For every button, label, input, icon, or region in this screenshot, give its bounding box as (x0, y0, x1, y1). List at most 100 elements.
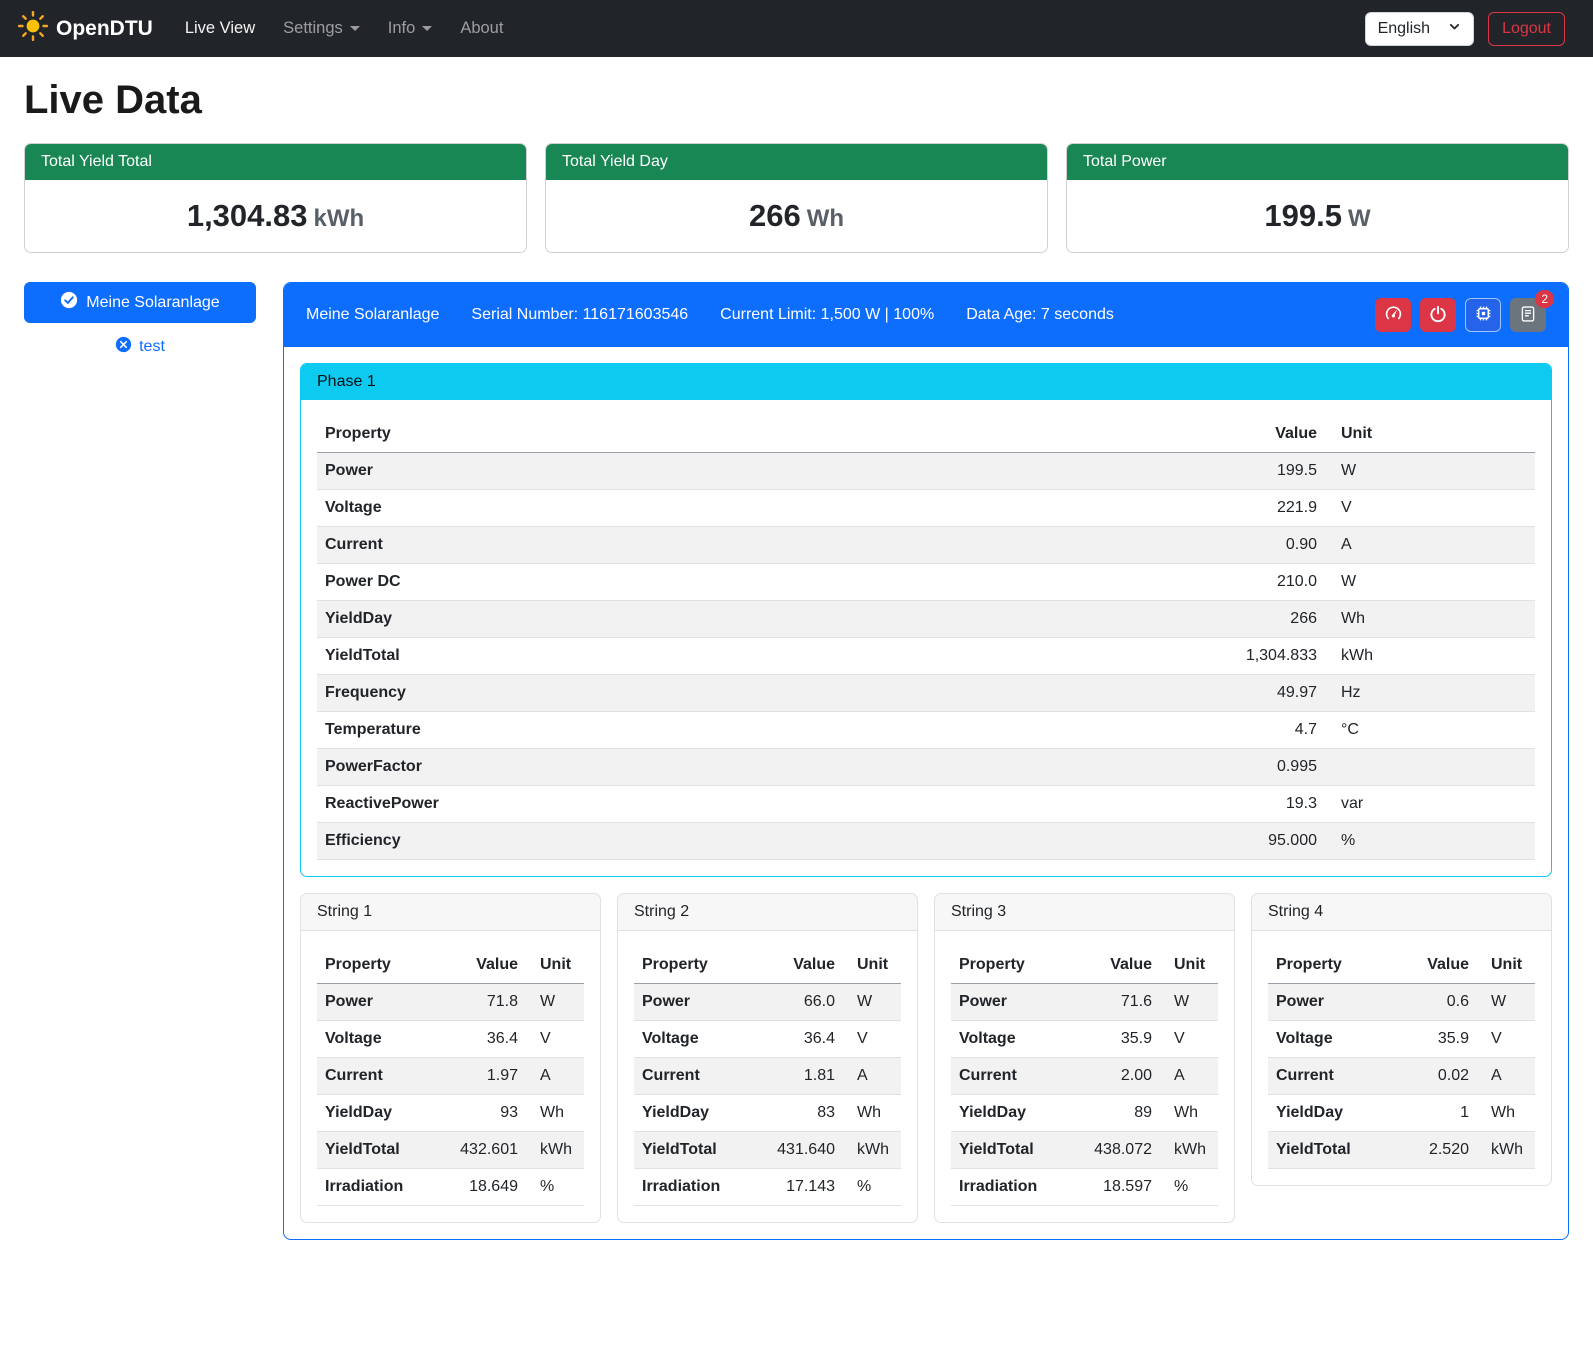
table-row: Power66.0W (634, 984, 901, 1021)
brand-label: OpenDTU (56, 17, 153, 41)
table-row: PowerFactor0.995 (317, 749, 1535, 786)
value-cell: 36.4 (444, 1021, 526, 1058)
column-header-value: Value (761, 947, 843, 984)
unit-cell: °C (1325, 712, 1535, 749)
unit-cell: Hz (1325, 675, 1535, 712)
value-cell: 0.02 (1395, 1058, 1477, 1095)
summary-value: 1,304.83 (187, 198, 308, 233)
unit-cell: A (1477, 1058, 1535, 1095)
chevron-down-icon (422, 26, 432, 31)
logout-button[interactable]: Logout (1488, 12, 1565, 46)
table-row: YieldTotal431.640kWh (634, 1132, 901, 1169)
property-cell: Frequency (317, 675, 1205, 712)
property-cell: Current (951, 1058, 1078, 1095)
string-title: String 2 (618, 894, 917, 931)
nav-settings[interactable]: Settings (269, 11, 374, 46)
table-row: Current0.90A (317, 527, 1535, 564)
unit-cell: var (1325, 786, 1535, 823)
table-row: YieldTotal1,304.833kWh (317, 638, 1535, 675)
property-cell: Voltage (634, 1021, 761, 1058)
value-cell: 432.601 (444, 1132, 526, 1169)
property-cell: Power (317, 984, 444, 1021)
table-header-row: Property Value Unit (951, 947, 1218, 984)
table-row: Power0.6W (1268, 984, 1535, 1021)
value-cell: 93 (444, 1095, 526, 1132)
property-cell: YieldTotal (317, 1132, 444, 1169)
table-row: YieldDay1Wh (1268, 1095, 1535, 1132)
column-header-property: Property (317, 416, 1205, 453)
string-table: Property Value Unit Power71.8W Voltage36… (317, 947, 584, 1206)
property-cell: Current (634, 1058, 761, 1095)
column-header-property: Property (951, 947, 1078, 984)
unit-cell: kWh (526, 1132, 584, 1169)
unit-cell: Wh (1477, 1095, 1535, 1132)
unit-cell: W (526, 984, 584, 1021)
language-select-value: English (1378, 20, 1430, 38)
table-header-row: Property Value Unit (1268, 947, 1535, 984)
string-card-3: String 3 Property Value Unit (934, 893, 1235, 1223)
table-row: YieldDay266Wh (317, 601, 1535, 638)
value-cell: 199.5 (1205, 453, 1325, 490)
value-cell: 18.649 (444, 1169, 526, 1206)
table-row: YieldTotal438.072kWh (951, 1132, 1218, 1169)
sidebar-item-label: Meine Solaranlage (86, 294, 219, 312)
value-cell: 18.597 (1078, 1169, 1160, 1206)
nav-info[interactable]: Info (374, 11, 447, 46)
cpu-icon (1474, 304, 1493, 326)
property-cell: Voltage (951, 1021, 1078, 1058)
sidebar-item-test[interactable]: test (24, 336, 256, 358)
device-info-button[interactable] (1465, 298, 1501, 332)
property-cell: Irradiation (951, 1169, 1078, 1206)
navbar: OpenDTU Live View Settings Info About En… (0, 0, 1593, 57)
table-row: Frequency49.97Hz (317, 675, 1535, 712)
table-row: Irradiation18.597% (951, 1169, 1218, 1206)
chevron-down-icon (350, 26, 360, 31)
value-cell: 4.7 (1205, 712, 1325, 749)
property-cell: Voltage (317, 490, 1205, 527)
unit-cell: kWh (1325, 638, 1535, 675)
table-row: Voltage35.9V (1268, 1021, 1535, 1058)
summary-card-title: Total Power (1067, 144, 1568, 180)
limit-settings-button[interactable] (1375, 298, 1411, 332)
unit-cell: A (843, 1058, 901, 1095)
table-row: Voltage36.4V (634, 1021, 901, 1058)
power-settings-button[interactable] (1420, 298, 1456, 332)
value-cell: 35.9 (1078, 1021, 1160, 1058)
unit-cell: V (1160, 1021, 1218, 1058)
value-cell: 89 (1078, 1095, 1160, 1132)
unit-cell: Wh (1325, 601, 1535, 638)
table-header-row: Property Value Unit (634, 947, 901, 984)
nav-live-view[interactable]: Live View (171, 11, 269, 46)
property-cell: YieldDay (951, 1095, 1078, 1132)
unit-cell: W (1325, 564, 1535, 601)
column-header-value: Value (1078, 947, 1160, 984)
column-header-property: Property (317, 947, 444, 984)
table-row: Voltage221.9V (317, 490, 1535, 527)
summary-card-value: 199.5W (1067, 180, 1568, 252)
table-row: Temperature4.7°C (317, 712, 1535, 749)
unit-cell: Wh (843, 1095, 901, 1132)
value-cell: 36.4 (761, 1021, 843, 1058)
event-log-button[interactable]: 2 (1510, 298, 1546, 332)
summary-unit: kWh (314, 205, 365, 232)
value-cell: 1,304.833 (1205, 638, 1325, 675)
unit-cell: A (1160, 1058, 1218, 1095)
page-title: Live Data (24, 78, 1569, 123)
value-cell: 266 (1205, 601, 1325, 638)
property-cell: YieldDay (1268, 1095, 1395, 1132)
value-cell: 71.8 (444, 984, 526, 1021)
nav-settings-label: Settings (283, 19, 343, 38)
table-row: Current2.00A (951, 1058, 1218, 1095)
property-cell: Efficiency (317, 823, 1205, 860)
table-row: YieldDay93Wh (317, 1095, 584, 1132)
gauge-icon (1384, 304, 1403, 326)
unit-cell: Wh (1160, 1095, 1218, 1132)
language-select[interactable]: English (1365, 12, 1474, 46)
table-row: YieldDay83Wh (634, 1095, 901, 1132)
property-cell: Current (317, 1058, 444, 1095)
sidebar-item-meine-solaranlage[interactable]: Meine Solaranlage (24, 282, 256, 323)
string-table: Property Value Unit Power71.6W Voltage35… (951, 947, 1218, 1206)
nav-about[interactable]: About (446, 11, 517, 46)
sidebar-item-label: test (139, 338, 165, 356)
brand[interactable]: OpenDTU (18, 11, 153, 47)
